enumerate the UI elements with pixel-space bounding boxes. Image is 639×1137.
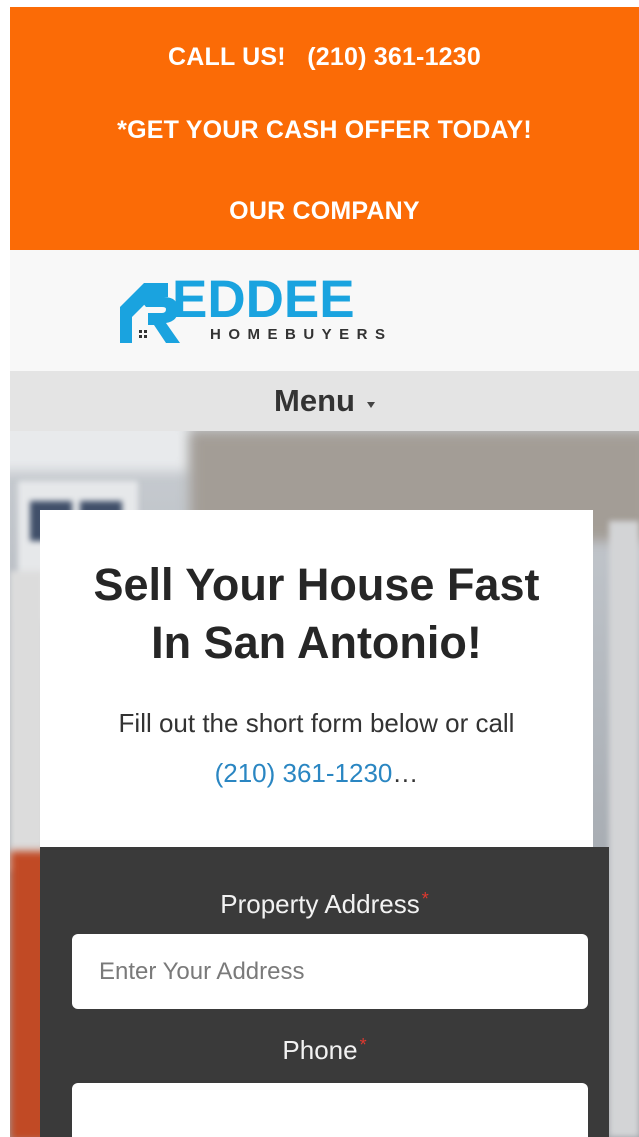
hero-intro-suffix: …: [392, 758, 419, 788]
address-label-text: Property Address: [220, 889, 420, 919]
menu-bar: Menu: [10, 371, 639, 431]
address-input[interactable]: [72, 934, 588, 1009]
hero-phone-link[interactable]: (210) 361-1230: [215, 758, 393, 788]
call-us-link[interactable]: CALL US! (210) 361-1230: [10, 43, 639, 72]
required-asterisk: *: [359, 1035, 367, 1055]
call-us-phone: (210) 361-1230: [307, 43, 481, 71]
hero-title-line2: In San Antonio!: [151, 617, 482, 668]
logo-house-r-icon: [120, 283, 180, 343]
phone-label-text: Phone: [282, 1035, 358, 1065]
menu-label: Menu: [274, 383, 355, 418]
logo[interactable]: EDDEE HOMEBUYERS: [118, 273, 430, 347]
logo-tagline: HOMEBUYERS: [210, 326, 393, 343]
address-label: Property Address *: [40, 889, 609, 920]
caret-down-icon: [366, 401, 375, 408]
hero-card: Sell Your House Fast In San Antonio! Fil…: [40, 510, 593, 850]
hero-bg-right-wall: [609, 521, 639, 1137]
call-us-label: CALL US!: [167, 43, 286, 71]
logo-area: EDDEE HOMEBUYERS: [10, 250, 639, 371]
hero-bg-sky: [10, 431, 190, 471]
cash-offer-link[interactable]: *GET YOUR CASH OFFER TODAY!: [10, 116, 639, 145]
hero-intro-text: Fill out the short form below or call: [118, 708, 515, 738]
hero-bg-trim: [10, 571, 44, 871]
logo-wordmark: EDDEE: [172, 270, 355, 329]
top-bar: CALL US! (210) 361-1230 *GET YOUR CASH O…: [10, 7, 639, 250]
hero-title-line1: Sell Your House Fast: [93, 559, 540, 610]
our-company-link[interactable]: OUR COMPANY: [10, 197, 639, 226]
phone-label: Phone *: [40, 1035, 609, 1066]
phone-input[interactable]: [72, 1083, 588, 1137]
hero-title: Sell Your House Fast In San Antonio!: [40, 556, 593, 672]
required-asterisk: *: [421, 889, 429, 909]
hero-intro: Fill out the short form below or call (2…: [40, 698, 593, 798]
lead-form: Property Address* Phone*: [40, 847, 609, 1137]
menu-toggle-button[interactable]: Menu: [10, 371, 639, 431]
page: CALL US! (210) 361-1230 *GET YOUR CASH O…: [10, 7, 639, 1137]
